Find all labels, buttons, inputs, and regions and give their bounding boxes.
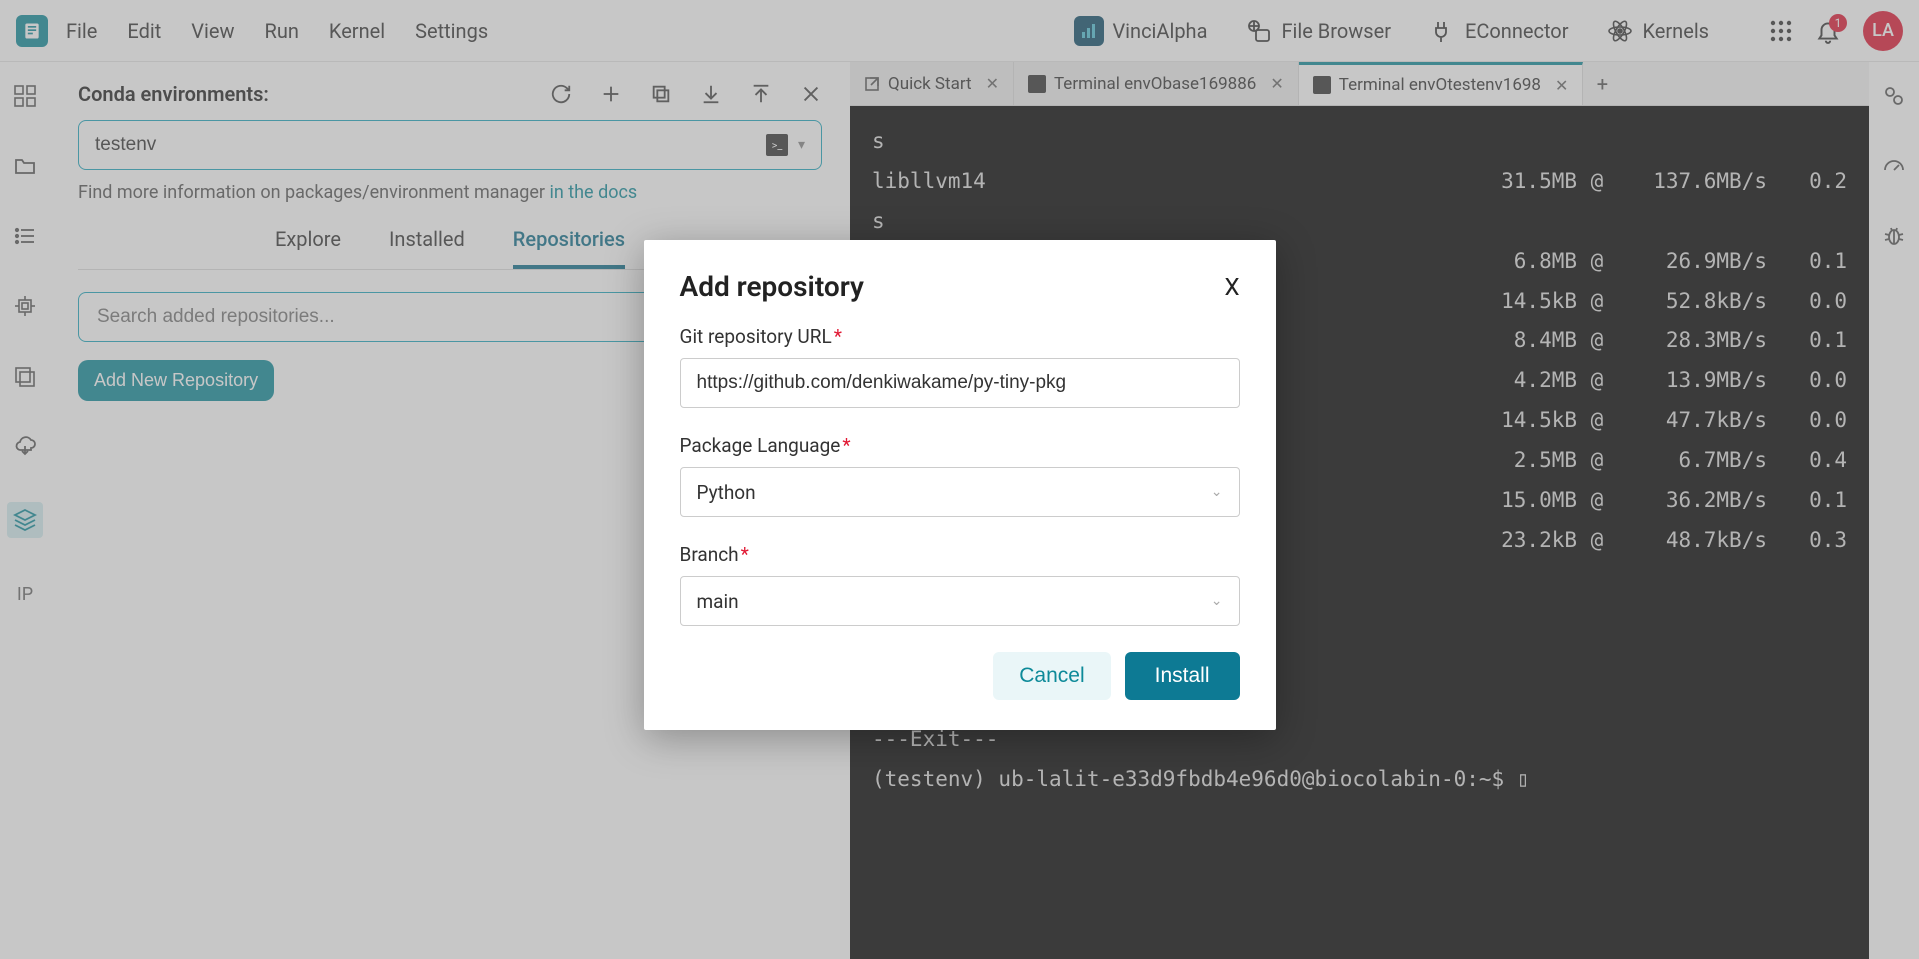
modal-title: Add repository xyxy=(680,270,864,303)
install-button[interactable]: Install xyxy=(1125,652,1240,700)
branch-select[interactable]: main ⌄ xyxy=(680,576,1240,626)
package-language-value: Python xyxy=(697,481,756,504)
chevron-down-icon: ⌄ xyxy=(1211,484,1223,500)
chevron-down-icon: ⌄ xyxy=(1211,593,1223,609)
git-url-label: Git repository URL* xyxy=(680,325,1240,348)
cancel-button[interactable]: Cancel xyxy=(993,652,1110,700)
git-url-input[interactable] xyxy=(680,358,1240,408)
package-language-select[interactable]: Python ⌄ xyxy=(680,467,1240,517)
modal-close-button[interactable]: X xyxy=(1224,273,1239,301)
add-repository-modal: Add repository X Git repository URL* Pac… xyxy=(644,240,1276,730)
branch-label: Branch* xyxy=(680,543,1240,566)
branch-value: main xyxy=(697,590,739,613)
modal-overlay[interactable]: Add repository X Git repository URL* Pac… xyxy=(0,0,1919,959)
package-language-label: Package Language* xyxy=(680,434,1240,457)
